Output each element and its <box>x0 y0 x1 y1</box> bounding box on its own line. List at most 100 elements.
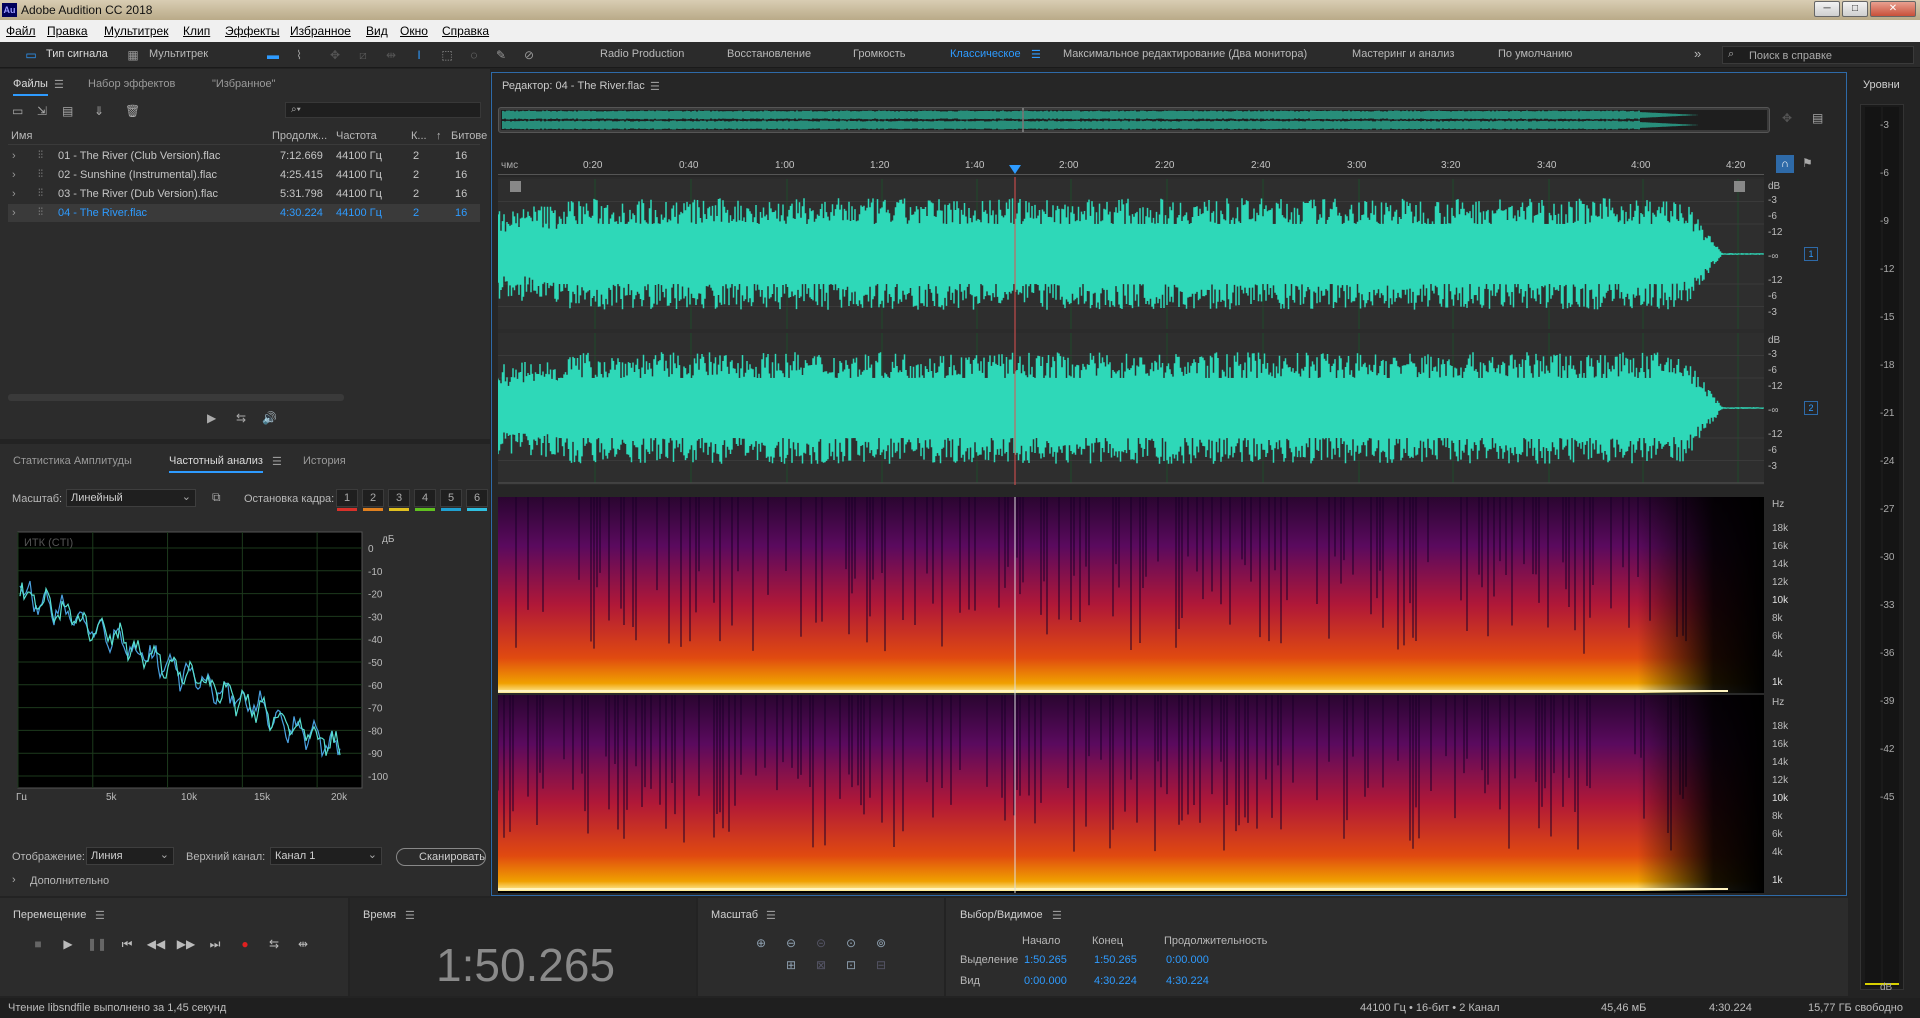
zoom-overview-icon[interactable]: ✥ <box>1782 111 1792 125</box>
selection-duration[interactable]: 0:00.000 <box>1166 954 1209 966</box>
chevron-right-icon[interactable]: › <box>12 874 16 886</box>
play-preview-icon[interactable]: ▶ <box>207 411 216 425</box>
zoom-reset-icon[interactable]: ⊟ <box>870 958 892 974</box>
selection-end[interactable]: 1:50.265 <box>1094 954 1137 966</box>
loop-preview-icon[interactable]: ⇆ <box>236 411 246 425</box>
tab-effects-rack[interactable]: Набор эффектов <box>88 78 175 90</box>
tab-favorites[interactable]: "Избранное" <box>212 78 276 90</box>
razor-tool-icon[interactable]: ⧄ <box>354 46 372 64</box>
menu-multitrack[interactable]: Мультитрек <box>104 24 168 38</box>
move-tool-icon[interactable]: ✥ <box>326 46 344 64</box>
channel-badge[interactable]: 1 <box>1804 247 1818 261</box>
time-selection-tool-icon[interactable]: I <box>410 46 428 64</box>
panel-menu-icon[interactable]: ☰ <box>650 80 660 93</box>
files-scrollbar[interactable] <box>8 394 344 401</box>
freeze-frame-button[interactable]: 3 <box>388 489 410 511</box>
lasso-tool-icon[interactable]: ◌ <box>465 46 483 64</box>
panel-menu-icon[interactable]: ☰ <box>766 909 776 922</box>
selection-start[interactable]: 1:50.265 <box>1024 954 1067 966</box>
marquee-tool-icon[interactable]: ⬚ <box>438 46 456 64</box>
waveform-view-icon[interactable]: ▬ <box>264 46 282 64</box>
workspace-loudness[interactable]: Громкость <box>853 48 905 60</box>
tab-files[interactable]: Файлы <box>13 78 48 96</box>
col-name[interactable]: Имя <box>11 130 32 142</box>
chevron-right-icon[interactable]: › <box>12 207 16 219</box>
close-button[interactable]: ✕ <box>1870 1 1916 17</box>
file-row[interactable]: › ⫶⫶ 03 - The River (Dub Version).flac 5:31… <box>8 185 480 203</box>
overview-menu-icon[interactable]: ▤ <box>1812 111 1823 125</box>
workspace-radio[interactable]: Radio Production <box>600 48 684 60</box>
next-icon[interactable]: ⏭ <box>205 935 225 953</box>
play-icon[interactable]: ▶ <box>58 935 78 953</box>
files-search-input[interactable]: ⌕▾ <box>285 102 481 118</box>
pause-icon[interactable]: ❚❚ <box>87 935 107 953</box>
zoom-selection-icon[interactable]: ⊞ <box>780 958 802 974</box>
chevron-right-icon[interactable]: › <box>12 150 16 162</box>
brush-tool-icon[interactable]: ✎ <box>492 46 510 64</box>
zoom-out-amplitude-icon[interactable]: ⊖ <box>780 936 802 952</box>
insert-icon[interactable]: ⇓ <box>94 104 104 118</box>
freeze-frame-button[interactable]: 6 <box>466 489 488 511</box>
skip-selection-icon[interactable]: ⇹ <box>293 935 313 953</box>
more-workspaces-button[interactable]: » <box>1694 46 1701 61</box>
scale-dropdown[interactable]: Линейный <box>66 489 196 507</box>
tab-frequency-analysis[interactable]: Частотный анализ <box>169 455 263 473</box>
zoom-out-time-icon[interactable]: ⊚ <box>870 936 892 952</box>
menu-effects[interactable]: Эффекты <box>225 24 280 38</box>
col-bits[interactable]: Битове <box>451 130 487 142</box>
slip-tool-icon[interactable]: ⇹ <box>382 46 400 64</box>
panel-menu-icon[interactable]: ☰ <box>95 909 105 922</box>
workspace-max-edit[interactable]: Максимальное редактирование (Два монитор… <box>1063 48 1307 60</box>
menu-help[interactable]: Справка <box>442 24 489 38</box>
col-channels[interactable]: К... <box>411 130 427 142</box>
menu-window[interactable]: Окно <box>400 24 428 38</box>
menu-view[interactable]: Вид <box>366 24 388 38</box>
advanced-toggle[interactable]: Дополнительно <box>30 875 109 887</box>
overview-navigator[interactable] <box>498 107 1770 133</box>
col-rate[interactable]: Частота <box>336 130 377 142</box>
minimize-button[interactable]: ─ <box>1814 1 1840 17</box>
scan-button[interactable]: Сканировать <box>396 848 486 866</box>
time-ruler[interactable]: чмс 0:20 0:40 1:00 1:20 1:40 2:00 2:20 2:40 3:00… <box>498 155 1764 175</box>
spectral-view-icon[interactable]: ⌇ <box>290 46 308 64</box>
zoom-out-full-icon[interactable]: ⊝ <box>810 936 832 952</box>
freeze-frame-button[interactable]: 1 <box>336 489 358 511</box>
col-duration[interactable]: Продолж... <box>272 130 327 142</box>
spot-healing-icon[interactable]: ⊘ <box>520 46 538 64</box>
previous-icon[interactable]: ⏮ <box>117 935 137 953</box>
spectral-display[interactable] <box>497 497 1764 893</box>
zoom-to-end-icon[interactable]: ⊡ <box>840 958 862 974</box>
view-start[interactable]: 0:00.000 <box>1024 975 1067 987</box>
tab-history[interactable]: История <box>303 455 346 467</box>
stop-icon[interactable]: ■ <box>28 935 48 953</box>
freeze-frame-button[interactable]: 4 <box>414 489 436 511</box>
workspace-classic[interactable]: Классическое <box>950 48 1021 60</box>
freeze-frame-button[interactable]: 5 <box>440 489 462 511</box>
channel-badge[interactable]: 2 <box>1804 401 1818 415</box>
snap-icon[interactable]: ∩ <box>1776 155 1794 173</box>
panel-menu-icon[interactable]: ☰ <box>1052 909 1062 922</box>
tab-multitrack[interactable]: Мультитрек <box>149 48 208 60</box>
current-time-display[interactable]: 1:50.265 <box>436 938 615 992</box>
panel-menu-icon[interactable]: ☰ <box>54 78 64 91</box>
zoom-to-start-icon[interactable]: ⊠ <box>810 958 832 974</box>
menu-edit[interactable]: Правка <box>47 24 88 38</box>
file-row[interactable]: › ⫶⫶ 04 - The River.flac 4:30.224 44100 Гц 2 1… <box>8 204 480 222</box>
channel-dropdown[interactable]: Канал 1 <box>270 847 382 865</box>
open-file-icon[interactable]: ▭ <box>12 104 23 118</box>
view-duration[interactable]: 4:30.224 <box>1166 975 1209 987</box>
marker-icon[interactable]: ⚑ <box>1802 156 1813 170</box>
settings-icon[interactable]: ⧉ <box>212 490 221 505</box>
help-search-input[interactable]: ⌕ Поиск в справке <box>1722 46 1914 64</box>
maximize-button[interactable]: □ <box>1842 1 1868 17</box>
delete-icon[interactable]: 🗑 <box>125 104 140 118</box>
tab-amplitude-stats[interactable]: Статистика Амплитуды <box>13 455 132 467</box>
chevron-right-icon[interactable]: › <box>12 169 16 181</box>
file-row[interactable]: › ⫶⫶ 02 - Sunshine (Instrumental).flac 4:25… <box>8 166 480 184</box>
tab-waveform[interactable]: Тип сигнала <box>46 48 108 60</box>
workspace-mastering[interactable]: Мастеринг и анализ <box>1352 48 1454 60</box>
panel-menu-icon[interactable]: ☰ <box>272 455 282 468</box>
panel-menu-icon[interactable]: ☰ <box>405 909 415 922</box>
menu-file[interactable]: Файл <box>6 24 36 38</box>
workspace-restore[interactable]: Восстановление <box>727 48 811 60</box>
